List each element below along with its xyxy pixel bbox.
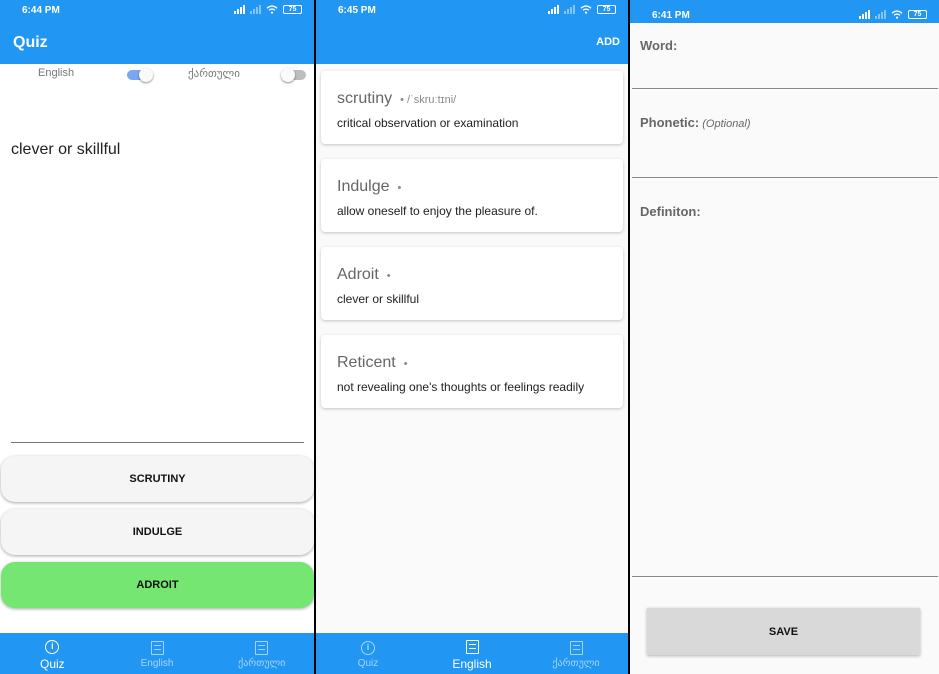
quiz-screen: 6:44 PM 75 Quiz English ქართული clever o… [0, 0, 314, 674]
wifi-icon [266, 5, 278, 14]
word-text: Reticent [337, 354, 396, 371]
list-icon [569, 641, 583, 655]
word-card-header: scrutiny • /ˈskruːtɪni/ [337, 90, 456, 108]
signal-icon [250, 5, 261, 14]
status-icons: 75 [859, 10, 927, 19]
word-label: Word: [640, 38, 678, 53]
battery-icon: 75 [597, 5, 616, 14]
word-phonetic: • [386, 270, 391, 282]
nav-item-english[interactable]: English [105, 633, 210, 674]
page-title: Quiz [13, 34, 48, 51]
app-bar: 6:45 PM 75 ADD [316, 0, 628, 64]
word-phonetic: • [403, 358, 408, 370]
nav-label: English [452, 657, 492, 671]
word-definition: critical observation or examination [337, 116, 519, 130]
georgian-switch-label: ქართული [188, 68, 240, 80]
word-text: Adroit [337, 266, 379, 283]
nav-label: ქართული [552, 658, 600, 669]
signal-icon [859, 10, 870, 19]
app-bar: 6:41 PM 75 [630, 0, 939, 23]
status-time: 6:45 PM [338, 5, 376, 16]
phonetic-field[interactable] [632, 177, 938, 178]
definition-field-label: Definiton: [640, 204, 701, 219]
word-definition: allow oneself to enjoy the pleasure of. [337, 204, 538, 218]
list-icon [465, 640, 479, 654]
nav-label: Quiz [357, 658, 379, 669]
word-card-header: Adroit • [337, 266, 391, 284]
app-bar: 6:44 PM 75 Quiz [0, 0, 314, 64]
word-card[interactable]: Reticent • not revealing one's thoughts … [321, 335, 623, 408]
choice-button-indulge[interactable]: INDULGE [1, 509, 314, 555]
phonetic-hint: (Optional) [702, 118, 751, 130]
nav-label: ქართული [238, 658, 286, 669]
status-icons: 75 [234, 5, 302, 14]
word-definition: not revealing one's thoughts or feelings… [337, 380, 585, 394]
list-icon [150, 641, 164, 655]
signal-icon [875, 10, 886, 19]
status-time: 6:41 PM [652, 10, 690, 21]
add-button[interactable]: ADD [596, 36, 620, 48]
save-button[interactable]: SAVE [647, 608, 920, 655]
wifi-icon [891, 10, 903, 19]
english-switch-label: English [38, 67, 75, 79]
word-card[interactable]: scrutiny • /ˈskruːtɪni/ critical observa… [321, 71, 623, 144]
word-field-label: Word: [640, 38, 677, 53]
wifi-icon [580, 5, 592, 14]
battery-icon: 75 [908, 10, 927, 19]
status-time: 6:44 PM [22, 5, 60, 16]
status-bar: 6:44 PM 75 [0, 0, 314, 19]
word-phonetic: • /ˈskruːtɪni/ [400, 94, 457, 106]
word-card-header: Reticent • [337, 354, 408, 372]
word-card[interactable]: Adroit • clever or skillful [321, 247, 623, 320]
battery-icon: 75 [283, 5, 302, 14]
nav-item-georgian[interactable]: ქართული [524, 633, 628, 674]
phonetic-label: Phonetic: [640, 115, 700, 130]
word-card[interactable]: Indulge • allow oneself to enjoy the ple… [321, 159, 623, 232]
choice-button-adroit[interactable]: ADROIT [1, 562, 314, 608]
signal-icon [234, 5, 245, 14]
choice-button-scrutiny[interactable]: SCRUTINY [1, 456, 314, 502]
add-word-screen: 6:41 PM 75 Word: Phonetic: (Optional) Def… [630, 0, 939, 674]
signal-icon [548, 5, 559, 14]
status-icons: 75 [548, 5, 616, 14]
info-icon: i [361, 641, 375, 655]
bottom-navigation: i Quiz English ქართული [316, 633, 628, 674]
status-bar: 6:41 PM 75 [630, 0, 939, 21]
nav-item-quiz[interactable]: i Quiz [0, 633, 105, 674]
nav-item-georgian[interactable]: ქართული [209, 633, 314, 674]
word-definition: clever or skillful [337, 292, 420, 306]
phonetic-text: /ˈskruːtɪni/ [407, 94, 457, 106]
status-bar: 6:45 PM 75 [316, 0, 628, 19]
word-text: scrutiny [337, 90, 393, 107]
word-list-screen: 6:45 PM 75 ADD scrutiny • /ˈskruːtɪni/ c… [316, 0, 628, 674]
word-card-header: Indulge • [337, 178, 401, 196]
definition-label: Definiton: [640, 204, 701, 219]
nav-item-quiz[interactable]: i Quiz [316, 633, 420, 674]
nav-label: Quiz [39, 657, 65, 671]
nav-label: English [140, 658, 174, 669]
definition-field[interactable] [632, 576, 938, 577]
nav-item-english[interactable]: English [420, 633, 524, 674]
georgian-switch[interactable] [281, 68, 306, 82]
bottom-navigation: i Quiz English ქართული [0, 633, 314, 674]
word-phonetic: • [397, 182, 402, 194]
list-icon [255, 641, 269, 655]
info-icon: i [45, 640, 60, 654]
quiz-question: clever or skillful [11, 141, 121, 158]
divider [11, 442, 304, 443]
phonetic-field-label: Phonetic: (Optional) [640, 115, 751, 130]
word-field[interactable] [632, 88, 938, 89]
word-text: Indulge [337, 178, 390, 195]
signal-icon [564, 5, 575, 14]
english-switch[interactable] [127, 68, 153, 82]
